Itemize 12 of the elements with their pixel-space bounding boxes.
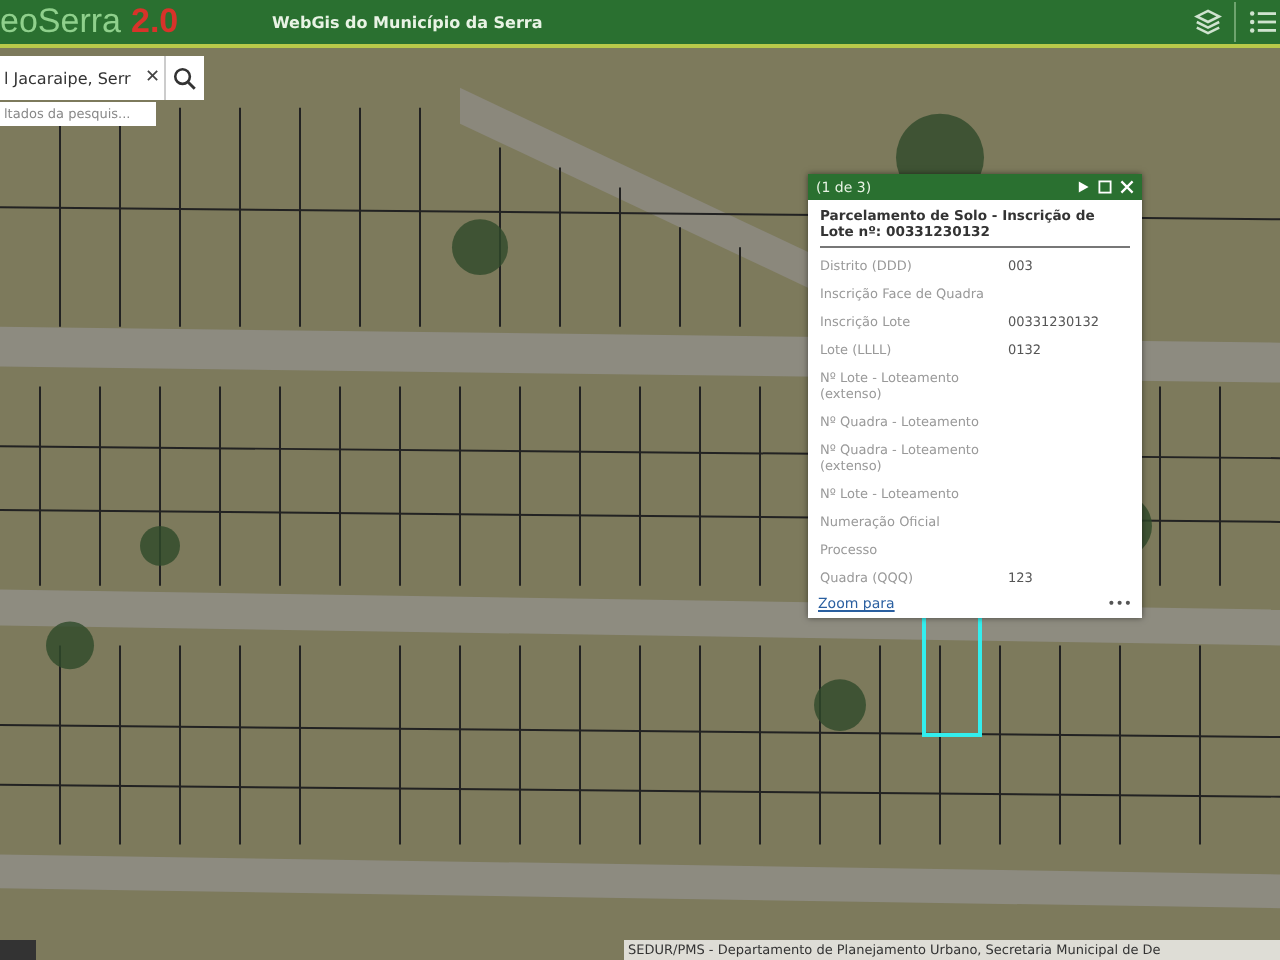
close-icon[interactable] [1120, 180, 1134, 194]
search-field[interactable]: l Jacaraipe, Serr ✕ [0, 56, 164, 100]
logo-text: eoSerra [0, 2, 121, 42]
list-icon[interactable] [1248, 8, 1276, 36]
search-icon [172, 65, 198, 91]
search-button[interactable] [164, 56, 204, 100]
logo-version: 2.0 [130, 2, 179, 42]
clear-button[interactable]: ✕ [144, 68, 160, 88]
app-title: WebGis do Município da Serra [272, 13, 545, 31]
next-icon[interactable] [1076, 180, 1090, 194]
layers-icon[interactable] [1194, 8, 1222, 36]
maximize-icon[interactable] [1098, 180, 1112, 194]
